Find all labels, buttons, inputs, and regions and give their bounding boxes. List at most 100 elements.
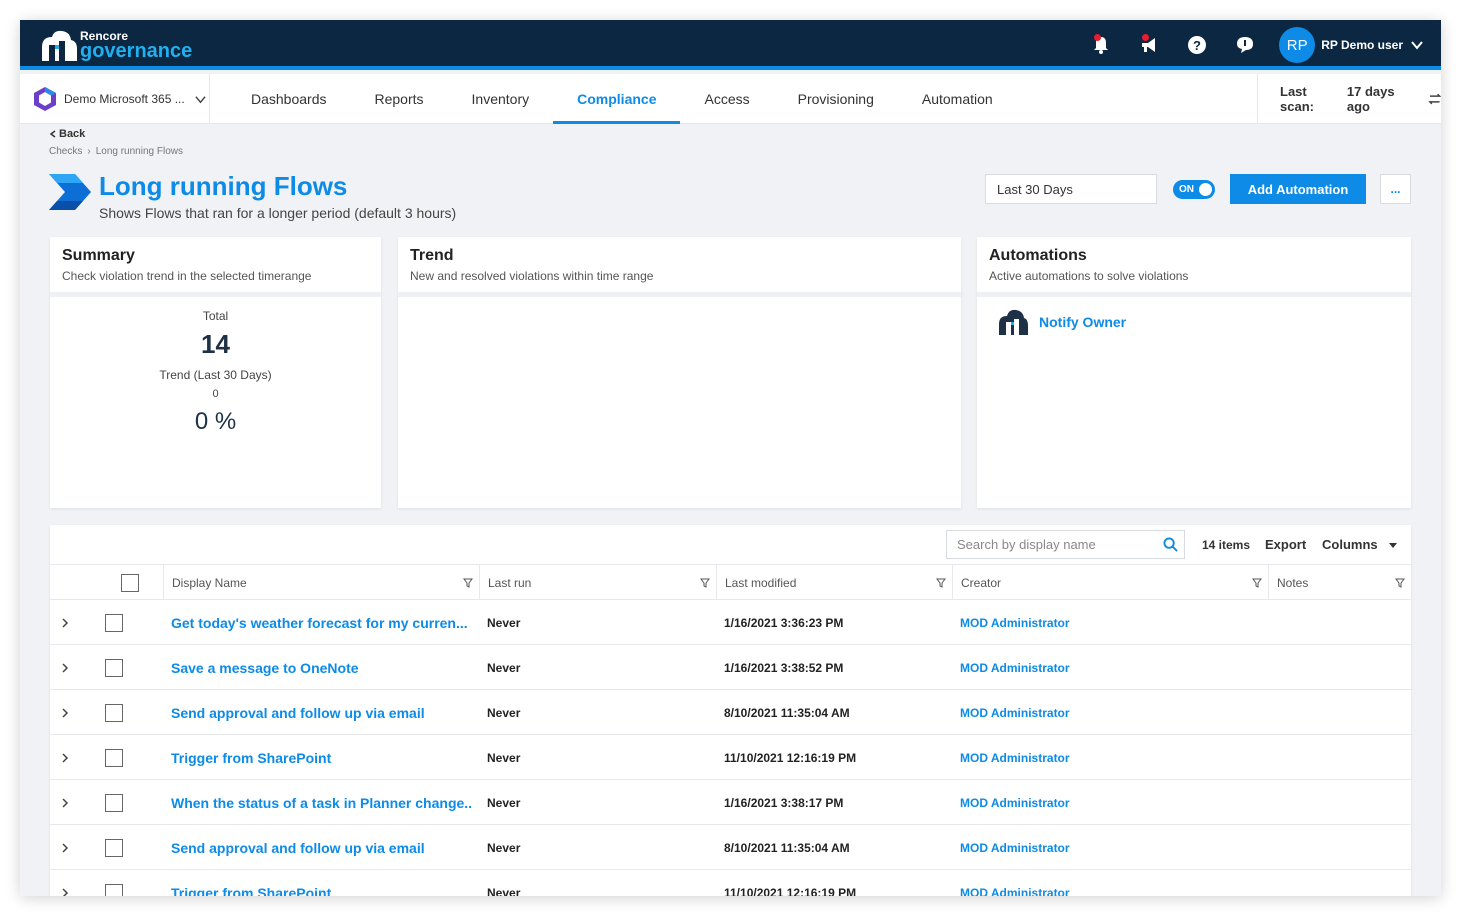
row-checkbox[interactable] [105,703,123,722]
creator-link[interactable]: MOD Administrator [960,886,1070,897]
flow-name-link[interactable]: When the status of a task in Planner cha… [171,795,473,811]
header-notes[interactable]: Notes [1268,565,1411,600]
row-checkbox[interactable] [105,838,123,857]
announcements-button[interactable] [1125,20,1173,70]
table-header: Display Name Last run Last modified Crea… [50,565,1411,600]
time-range-select[interactable]: Last 30 Days [985,174,1157,204]
chevron-right-icon [62,662,69,673]
columns-button[interactable]: Columns [1322,537,1398,552]
notifications-button[interactable] [1077,20,1125,70]
breadcrumb-checks[interactable]: Checks [49,146,82,157]
filter-icon[interactable] [1395,578,1405,588]
creator-link[interactable]: MOD Administrator [960,796,1070,810]
table-row[interactable]: Send approval and follow up via email Nev… [50,825,1411,870]
chevron-right-icon [62,797,69,808]
back-link[interactable]: Back [49,128,85,140]
tab-access[interactable]: Access [680,74,773,124]
breadcrumb-separator: › [87,146,91,157]
refresh-icon[interactable] [1427,92,1441,106]
tab-automation[interactable]: Automation [898,74,1017,124]
flow-name-link[interactable]: Trigger from SharePoint [171,885,331,897]
header-display-name[interactable]: Display Name [163,565,479,600]
brand-logo[interactable]: Rencore governance [34,27,192,63]
trend-subtitle: New and resolved violations within time … [410,269,654,283]
row-checkbox[interactable] [105,748,123,767]
flow-name-link[interactable]: Send approval and follow up via email [171,705,425,721]
items-count: 14 items [1202,538,1251,552]
row-expand-button[interactable] [60,780,80,825]
user-menu[interactable]: RP RP Demo user [1279,27,1423,63]
table-row[interactable]: Send approval and follow up via email Nev… [50,690,1411,735]
table-body: Get today's weather forecast for my curr… [50,600,1411,896]
total-label: Total [202,309,229,323]
filter-icon[interactable] [936,578,946,588]
flow-name-link[interactable]: Trigger from SharePoint [171,750,331,766]
row-checkbox[interactable] [105,613,123,632]
search-icon[interactable] [1163,537,1178,552]
last-run-value: Never [487,615,521,630]
row-checkbox[interactable] [105,793,123,812]
more-button[interactable]: ... [1380,174,1411,204]
header-last-modified[interactable]: Last modified [716,565,952,600]
table-row[interactable]: Trigger from SharePoint Never 11/10/2021 1… [50,870,1411,896]
creator-link[interactable]: MOD Administrator [960,706,1070,720]
filter-icon[interactable] [700,578,710,588]
chevron-down-icon [1411,41,1423,50]
feedback-button[interactable] [1221,20,1269,70]
table-row[interactable]: Get today's weather forecast for my curr… [50,600,1411,645]
tenant-selector[interactable]: Demo Microsoft 365 ... [20,74,210,124]
check-toggle[interactable]: ON [1173,180,1215,199]
tenant-icon [34,87,56,111]
automations-header: Automations Active automations to solve … [977,237,1411,297]
tab-dashboards[interactable]: Dashboards [227,74,351,124]
flow-name-link[interactable]: Get today's weather forecast for my curr… [171,615,468,631]
tab-compliance[interactable]: Compliance [553,74,681,124]
summary-body: Total 14 Trend (Last 30 Days) 0 0 % [50,297,381,436]
table-row[interactable]: When the status of a task in Planner cha… [50,780,1411,825]
main-nav: Demo Microsoft 365 ... Dashboards Report… [20,74,1441,124]
creator-link[interactable]: MOD Administrator [960,841,1070,855]
row-expand-button[interactable] [60,870,80,896]
last-modified-value: 8/10/2021 11:35:04 AM [724,840,850,855]
flows-table: Search by display name 14 items Export C… [50,525,1411,896]
expand-column [50,565,96,600]
tab-inventory[interactable]: Inventory [448,74,554,124]
row-expand-button[interactable] [60,735,80,780]
row-expand-button[interactable] [60,825,80,870]
last-run-value: Never [487,840,521,855]
breadcrumb: Checks › Long running Flows [49,146,183,157]
last-scan-value: 17 days ago [1346,84,1395,114]
row-checkbox[interactable] [105,658,123,677]
flow-name-link[interactable]: Send approval and follow up via email [171,840,425,856]
add-automation-button[interactable]: Add Automation [1230,174,1366,204]
tab-provisioning[interactable]: Provisioning [774,74,898,124]
toggle-knob [1199,183,1212,196]
automations-title: Automations [989,247,1087,264]
chevron-right-icon [62,707,69,718]
filter-icon[interactable] [1252,578,1262,588]
search-input[interactable]: Search by display name [946,530,1185,559]
automation-item-notify-owner[interactable]: Notify Owner [977,297,1411,347]
feedback-icon [1237,37,1254,53]
creator-link[interactable]: MOD Administrator [960,661,1070,675]
trend-title: Trend [410,247,454,264]
export-button[interactable]: Export [1265,537,1306,552]
row-checkbox[interactable] [105,883,123,896]
header-last-run[interactable]: Last run [479,565,716,600]
select-all-checkbox[interactable] [121,573,139,592]
creator-link[interactable]: MOD Administrator [960,751,1070,765]
help-button[interactable]: ? [1173,20,1221,70]
row-expand-button[interactable] [60,600,80,645]
header-creator[interactable]: Creator [952,565,1268,600]
row-expand-button[interactable] [60,645,80,690]
flow-name-link[interactable]: Save a message to OneNote [171,660,359,676]
creator-link[interactable]: MOD Administrator [960,616,1070,630]
last-modified-value: 8/10/2021 11:35:04 AM [724,705,850,720]
filter-icon[interactable] [463,578,473,588]
table-row[interactable]: Save a message to OneNote Never 1/16/2021 … [50,645,1411,690]
brand-big: governance [80,39,193,62]
row-expand-button[interactable] [60,690,80,735]
tab-reports[interactable]: Reports [351,74,448,124]
header-creator-label: Creator [961,575,1002,590]
table-row[interactable]: Trigger from SharePoint Never 11/10/2021 1… [50,735,1411,780]
